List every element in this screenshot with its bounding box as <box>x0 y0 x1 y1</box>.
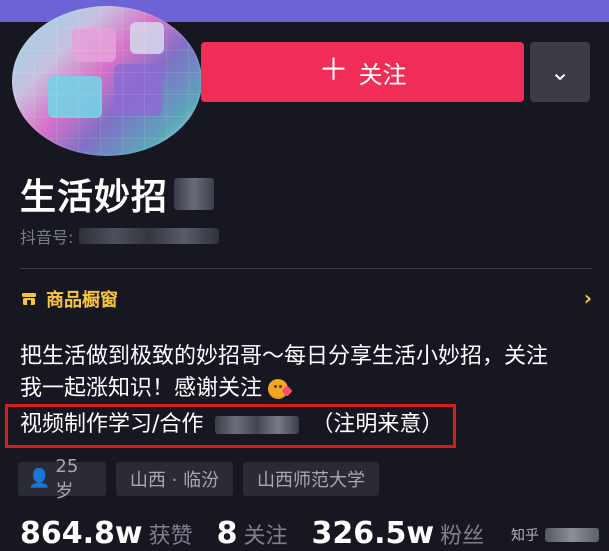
avatar[interactable] <box>12 6 202 156</box>
school-tag-label: 山西师范大学 <box>257 470 365 491</box>
profile-name: 生活妙招 <box>20 177 169 218</box>
follow-button[interactable]: ＋ 关注 <box>201 42 524 102</box>
likes-label: 获赞 <box>148 524 193 549</box>
avatar-mosaic <box>12 6 202 156</box>
contact-suffix: （注明来意） <box>311 412 444 437</box>
location-tag[interactable]: 山西 · 临汾 <box>116 462 233 496</box>
watermark: 知乎 <box>511 525 599 545</box>
bio-line-1: 把生活做到极致的妙招哥～每日分享生活小妙招，关注 <box>20 344 549 369</box>
follow-label: 关注 <box>358 61 407 89</box>
profile-tags: 👤 25 岁 山西 · 临汾 山西师范大学 <box>18 456 379 502</box>
shop-window-link[interactable]: 商品橱窗 › <box>20 285 592 313</box>
watermark-redaction <box>545 528 599 542</box>
person-icon: 👤 <box>28 468 51 489</box>
chevron-down-icon: ⌄ <box>549 58 571 86</box>
stat-likes[interactable]: 864.8w 获赞 <box>20 516 193 551</box>
name-redaction <box>174 178 215 210</box>
plus-icon: ＋ <box>318 54 349 87</box>
heart-icon <box>281 385 293 397</box>
bio-line-2-text: 我一起涨知识！感谢关注 <box>20 376 263 401</box>
profile-stats: 864.8w 获赞 8 关注 326.5w 粉丝 <box>20 516 484 551</box>
section-divider <box>20 268 592 269</box>
followers-label: 粉丝 <box>440 524 485 549</box>
following-label: 关注 <box>243 524 288 549</box>
more-options-button[interactable]: ⌄ <box>530 42 590 102</box>
contact-prefix: 视频制作学习/合作 <box>20 412 204 437</box>
watermark-prefix: 知乎 <box>511 528 539 544</box>
stat-followers[interactable]: 326.5w 粉丝 <box>312 516 485 551</box>
profile-screen: ＋ 关注 ⌄ 生活妙招 抖音号: 商品橱窗 › 把生活做到极致的妙招哥～每日分享… <box>0 0 609 551</box>
age-tag[interactable]: 👤 25 岁 <box>18 456 106 502</box>
followers-count: 326.5w <box>311 516 435 551</box>
chevron-right-icon: › <box>583 286 592 310</box>
bio-line-2: 我一起涨知识！感谢关注 <box>20 374 293 404</box>
douyin-id-row: 抖音号: <box>20 224 220 248</box>
school-tag[interactable]: 山西师范大学 <box>243 462 379 496</box>
profile-name-row: 生活妙招 <box>20 168 215 220</box>
shop-window-left: 商品橱窗 <box>20 286 118 312</box>
age-tag-label: 25 岁 <box>55 455 79 502</box>
contact-redaction <box>215 416 300 434</box>
shop-window-label: 商品橱窗 <box>46 290 118 311</box>
contact-line: 视频制作学习/合作 （注明来意） <box>20 410 443 440</box>
location-tag-label: 山西 · 临汾 <box>129 470 220 491</box>
following-count: 8 <box>216 516 238 551</box>
stat-following[interactable]: 8 关注 <box>217 516 288 551</box>
douyin-id-label: 抖音号: <box>20 228 74 247</box>
kiss-emoji-icon <box>268 379 293 399</box>
douyin-id-redaction <box>79 228 220 244</box>
likes-count: 864.8w <box>20 516 143 551</box>
shop-icon <box>20 290 38 308</box>
